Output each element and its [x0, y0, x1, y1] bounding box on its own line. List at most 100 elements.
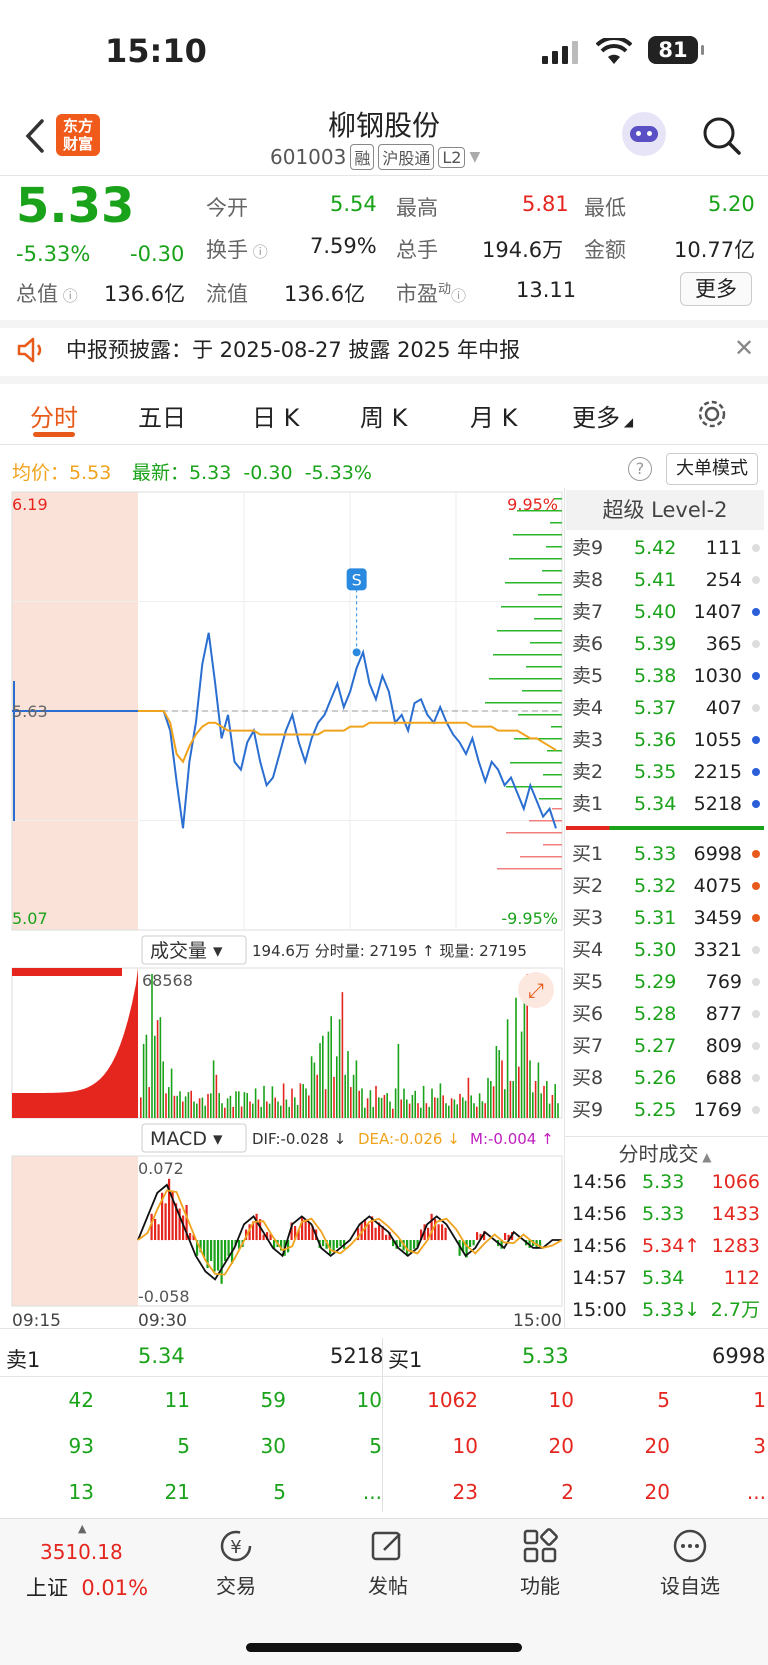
- volume-bar: [151, 974, 153, 1118]
- volume-bar: [389, 1101, 391, 1118]
- more-button[interactable]: 更多: [680, 272, 752, 306]
- volume-bar: [330, 1016, 332, 1118]
- search-icon[interactable]: [702, 116, 742, 156]
- queue-sell-price: 5.34: [138, 1344, 185, 1368]
- bid-label: 买7: [572, 1035, 604, 1057]
- volume-bar: [338, 1019, 341, 1118]
- watchlist-icon: [673, 1529, 707, 1563]
- status-time: 15:10: [105, 32, 207, 70]
- tab-indicator: [33, 432, 75, 437]
- y-min-label: 5.07: [12, 909, 48, 928]
- ask-volume: 254: [705, 569, 742, 591]
- intraday-chart[interactable]: S 6.19 5.07 5.63 9.95% -9.95% 成交量 ▾ 194.6万 分时量:…: [0, 488, 564, 1340]
- change-amount: -0.30: [130, 242, 185, 266]
- help-icon[interactable]: ?: [628, 457, 652, 481]
- bid-row: 买2 5.32 4075: [566, 870, 764, 902]
- robot-assistant-icon[interactable]: [622, 112, 666, 156]
- ask-dot: [752, 576, 760, 584]
- nav-watchlist[interactable]: 设自选: [650, 1570, 730, 1599]
- depth-bar: [530, 642, 562, 644]
- tab-daily-k[interactable]: 日 K: [252, 398, 299, 433]
- ask-volume: 5218: [693, 793, 742, 815]
- notice-text[interactable]: 中报预披露：于 2025-08-27 披露 2025 年中报: [66, 334, 520, 364]
- volume-bar: [235, 1091, 237, 1118]
- tick-time: 14:57: [572, 1267, 627, 1289]
- macd-bar: [469, 1240, 472, 1247]
- bid-volume: 877: [705, 1003, 742, 1025]
- volume-bar: [193, 1101, 195, 1118]
- ask-label: 卖3: [572, 729, 604, 751]
- ask-label: 卖4: [572, 697, 604, 719]
- depth-bar: [543, 844, 562, 846]
- ask-row: 卖7 5.40 1407: [566, 596, 764, 628]
- volume-bar: [358, 1090, 360, 1118]
- volume-bar: [285, 1099, 288, 1118]
- nav-functions[interactable]: 功能: [500, 1570, 580, 1599]
- depth-bar: [489, 678, 562, 680]
- queue-cell: 5: [369, 1434, 382, 1458]
- high-value: 5.81: [522, 192, 569, 216]
- tick-row: 14:56 5.33 1066: [566, 1166, 764, 1198]
- volume-bar: [504, 1089, 506, 1118]
- macd-bar: [304, 1221, 307, 1240]
- tab-monthly-k[interactable]: 月 K: [470, 398, 517, 433]
- volume-bar: [344, 1074, 346, 1118]
- volume-bar: [512, 1081, 514, 1118]
- volume-bar: [159, 1017, 162, 1118]
- tab-5day[interactable]: 五日: [138, 398, 186, 433]
- nav-post[interactable]: 发帖: [348, 1570, 428, 1599]
- volume-bar: [249, 1101, 251, 1118]
- ticks-title[interactable]: 分时成交 ▲: [566, 1138, 764, 1167]
- macd-bar: [336, 1240, 339, 1248]
- tick-price: 5.33: [642, 1203, 685, 1225]
- index-value[interactable]: 3510.18: [40, 1540, 123, 1564]
- queue-cell: ...: [746, 1480, 766, 1504]
- volume-bar: [257, 1099, 260, 1118]
- volume-bar: [156, 1020, 159, 1118]
- tab-more[interactable]: 更多 ◢: [572, 398, 633, 433]
- queue-cell: 5: [177, 1434, 190, 1458]
- sell-marker-letter: S: [352, 570, 362, 589]
- macd-bar: [224, 1240, 227, 1261]
- volume-bar: [403, 1088, 405, 1118]
- bid-price: 5.25: [634, 1099, 677, 1121]
- tab-intraday[interactable]: 分时: [30, 398, 78, 433]
- macd-bar: [385, 1234, 388, 1241]
- queue-buy-price: 5.33: [522, 1344, 569, 1368]
- gear-icon[interactable]: [696, 398, 728, 430]
- index-row[interactable]: 上证 0.01%: [26, 1572, 148, 1602]
- mktcap-label: 总值 ⓘ: [16, 282, 78, 306]
- volume-selector: 成交量 ▾: [150, 940, 223, 962]
- volume-bar: [324, 1089, 327, 1118]
- functions-icon: [523, 1528, 558, 1563]
- ask-price: 5.40: [634, 601, 677, 623]
- volume-bar: [308, 1095, 310, 1118]
- tab-weekly-k[interactable]: 周 K: [360, 398, 407, 433]
- volume-bar: [333, 1076, 335, 1118]
- depth-bar: [497, 868, 562, 870]
- prev-close-label: 5.63: [12, 702, 48, 721]
- tick-time: 14:56: [572, 1171, 627, 1193]
- macd-bar: [374, 1227, 377, 1241]
- bid-dot: [752, 1106, 760, 1114]
- bid-price: 5.28: [634, 1003, 677, 1025]
- stock-code-row[interactable]: 601003 融 沪股通 L2 ▼: [270, 144, 480, 170]
- bid-label: 买2: [572, 875, 604, 897]
- depth-bar: [542, 570, 562, 572]
- volume-bar: [232, 1106, 234, 1118]
- tag-margin: 融: [350, 144, 375, 170]
- volume-bar: [414, 1090, 416, 1118]
- close-icon[interactable]: ✕: [734, 334, 754, 362]
- volume-bar: [313, 1062, 316, 1118]
- depth-bar: [546, 546, 562, 548]
- volume-bar: [551, 1095, 554, 1118]
- nav-trade[interactable]: 交易: [196, 1570, 276, 1599]
- battery-indicator: 81: [648, 36, 704, 64]
- queue-cell: 20: [644, 1434, 670, 1458]
- ask-dot: [752, 768, 760, 776]
- volume-bar: [282, 1083, 285, 1118]
- volume-bar: [316, 1074, 318, 1118]
- big-order-mode-button[interactable]: 大单模式: [666, 453, 758, 485]
- bid-label: 买8: [572, 1067, 604, 1089]
- change-percent: -5.33%: [16, 242, 91, 266]
